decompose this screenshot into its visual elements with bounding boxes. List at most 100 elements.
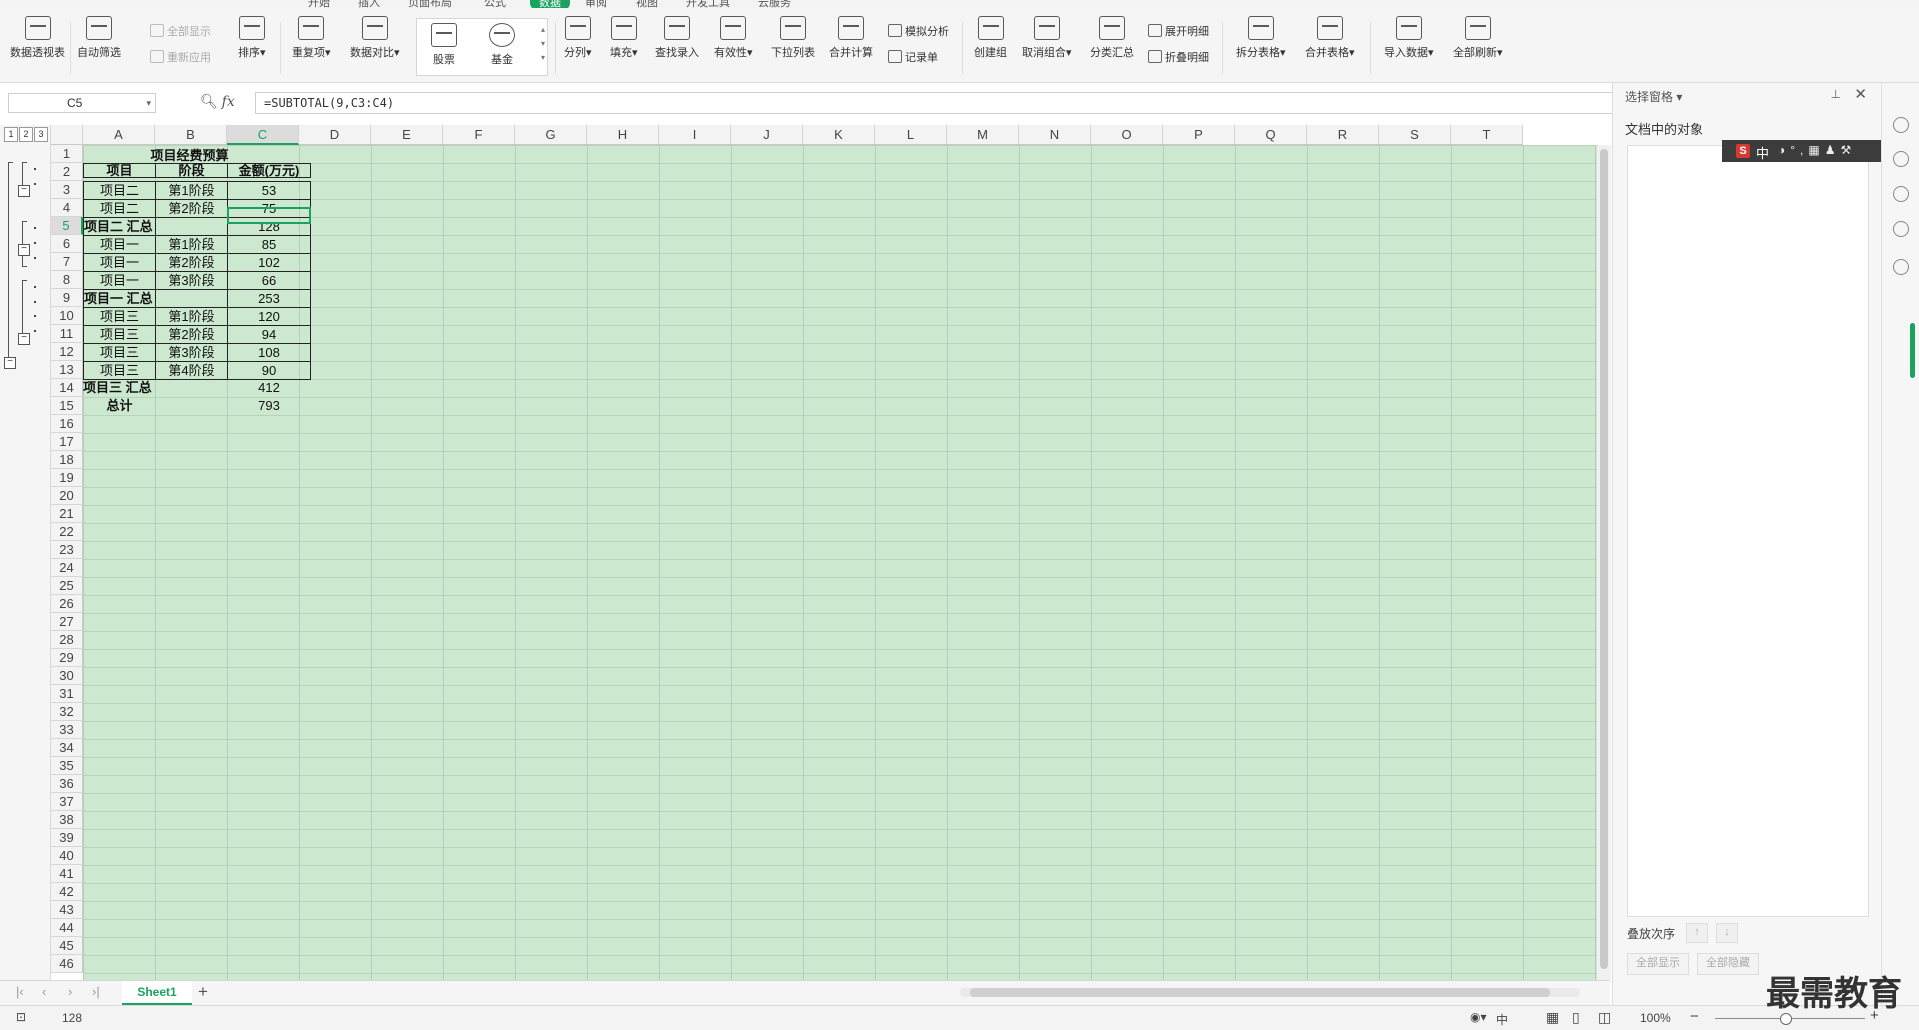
row-header[interactable]: 6: [51, 235, 83, 253]
table-cell-stage[interactable]: 第3阶段: [155, 343, 228, 362]
fund-button[interactable]: 基金: [489, 23, 515, 67]
zoom-icon[interactable]: 🔍︎: [200, 93, 218, 109]
row-header[interactable]: 10: [51, 307, 83, 325]
table-cell-stage[interactable]: 第1阶段: [155, 235, 228, 254]
table-cell-project[interactable]: 项目一: [83, 235, 156, 254]
record-form-button[interactable]: 记录单: [888, 49, 938, 65]
collapse-group-button[interactable]: −: [18, 244, 30, 256]
table-cell-project[interactable]: 项目三 汇总: [83, 379, 156, 398]
column-header[interactable]: N: [1019, 125, 1091, 145]
menu-tab[interactable]: 开始: [308, 0, 330, 8]
table-cell-project[interactable]: 项目一: [83, 271, 156, 290]
header-amount[interactable]: 金额(万元): [227, 163, 311, 178]
row-header[interactable]: 42: [51, 883, 83, 901]
column-header[interactable]: A: [83, 125, 155, 145]
add-sheet-icon[interactable]: +: [198, 982, 208, 1002]
column-header[interactable]: I: [659, 125, 731, 145]
validity-button[interactable]: 有效性▾: [714, 16, 753, 60]
sort-button[interactable]: 排序▾: [238, 16, 266, 60]
menu-tab[interactable]: 开发工具: [686, 0, 730, 8]
select-icon[interactable]: [1893, 151, 1909, 167]
column-header[interactable]: H: [587, 125, 659, 145]
row-header[interactable]: 35: [51, 757, 83, 775]
menu-tab[interactable]: 公式: [484, 0, 506, 8]
menu-tab[interactable]: 审阅: [585, 0, 607, 8]
row-header[interactable]: 2: [51, 163, 83, 181]
select-all-corner[interactable]: [51, 125, 83, 145]
fill-button[interactable]: 填充▾: [610, 16, 638, 60]
split-table-button[interactable]: 拆分表格▾: [1236, 16, 1286, 60]
formula-input[interactable]: =SUBTOTAL(9,C3:C4): [255, 92, 1613, 114]
subtotal-button[interactable]: 分类汇总: [1090, 16, 1134, 60]
pivot-table-button[interactable]: 数据透视表: [10, 16, 65, 60]
sheet-tab[interactable]: Sheet1: [122, 981, 192, 1005]
table-cell-project[interactable]: 项目一: [83, 253, 156, 272]
menu-tab[interactable]: 插入: [358, 0, 380, 8]
close-icon[interactable]: ✕: [1854, 85, 1867, 103]
table-cell-project[interactable]: 总计: [83, 397, 156, 416]
table-cell-project[interactable]: 项目三: [83, 307, 156, 326]
show-all-objects-button[interactable]: 全部显示: [1627, 953, 1689, 975]
vertical-scrollbar[interactable]: [1597, 145, 1611, 980]
prev-sheet-icon[interactable]: ‹: [42, 984, 46, 999]
move-up-icon[interactable]: ↑: [1686, 923, 1708, 943]
row-header[interactable]: 40: [51, 847, 83, 865]
header-stage[interactable]: 阶段: [155, 163, 228, 178]
row-header[interactable]: 33: [51, 721, 83, 739]
row-header[interactable]: 17: [51, 433, 83, 451]
stock-button[interactable]: 股票: [431, 23, 457, 67]
duplicates-button[interactable]: 重复项▾: [292, 16, 331, 60]
row-header[interactable]: 11: [51, 325, 83, 343]
pane-title[interactable]: 选择窗格 ▾: [1625, 88, 1682, 105]
zoom-level[interactable]: 100%: [1640, 1011, 1671, 1025]
next-sheet-icon[interactable]: ›: [68, 984, 72, 999]
row-header[interactable]: 21: [51, 505, 83, 523]
table-cell-stage[interactable]: 第2阶段: [155, 253, 228, 272]
pin-icon[interactable]: ⊥: [1831, 87, 1841, 101]
outline-level-button[interactable]: 1: [4, 127, 18, 142]
table-cell-project[interactable]: 项目一 汇总: [83, 289, 156, 308]
hide-all-objects-button[interactable]: 全部隐藏: [1697, 953, 1759, 975]
row-header[interactable]: 4: [51, 199, 83, 217]
menu-tab[interactable]: 页面布局: [408, 0, 452, 8]
table-cell-project[interactable]: 项目二 汇总: [83, 217, 156, 236]
table-cell-stage[interactable]: [155, 397, 228, 416]
row-header[interactable]: 28: [51, 631, 83, 649]
table-title[interactable]: 项目经费预算: [83, 147, 296, 164]
table-cell-stage[interactable]: 第2阶段: [155, 199, 228, 218]
fx-icon[interactable]: fx: [222, 94, 235, 110]
table-cell-amount[interactable]: 85: [227, 235, 311, 254]
row-header[interactable]: 16: [51, 415, 83, 433]
column-header[interactable]: C: [227, 125, 299, 145]
table-cell-project[interactable]: 项目二: [83, 199, 156, 218]
row-header[interactable]: 3: [51, 181, 83, 199]
scroll-thumb[interactable]: [1600, 149, 1608, 969]
dropdown-list-button[interactable]: 下拉列表: [771, 16, 815, 60]
row-header[interactable]: 13: [51, 361, 83, 379]
row-header[interactable]: 43: [51, 901, 83, 919]
collapse-group-button[interactable]: −: [18, 185, 30, 197]
ime-status[interactable]: 中: [1496, 1011, 1508, 1028]
collapse-detail-button[interactable]: 折叠明细: [1148, 49, 1209, 65]
column-header[interactable]: P: [1163, 125, 1235, 145]
row-header[interactable]: 22: [51, 523, 83, 541]
worksheet-grid[interactable]: 项目经费预算 项目 阶段 金额(万元) 项目二 第1阶段 53 项目二 第2阶段 75 项目…: [83, 145, 1597, 980]
column-header[interactable]: L: [875, 125, 947, 145]
row-header[interactable]: 9: [51, 289, 83, 307]
menu-tab[interactable]: 视图: [636, 0, 658, 8]
row-header[interactable]: 41: [51, 865, 83, 883]
row-header[interactable]: 7: [51, 253, 83, 271]
data-compare-button[interactable]: 数据对比▾: [350, 16, 400, 60]
table-cell-stage[interactable]: 第1阶段: [155, 181, 228, 200]
table-cell-stage[interactable]: [155, 217, 228, 236]
row-header[interactable]: 23: [51, 541, 83, 559]
ungroup-button[interactable]: 取消组合▾: [1022, 16, 1072, 60]
zoom-out-icon[interactable]: −: [1690, 1008, 1699, 1025]
header-project[interactable]: 项目: [83, 163, 156, 178]
table-cell-amount[interactable]: 253: [227, 289, 311, 308]
table-cell-amount[interactable]: 94: [227, 325, 311, 344]
row-header[interactable]: 14: [51, 379, 83, 397]
macro-icon[interactable]: ⊡: [16, 1010, 26, 1024]
row-header[interactable]: 32: [51, 703, 83, 721]
column-header[interactable]: Q: [1235, 125, 1307, 145]
